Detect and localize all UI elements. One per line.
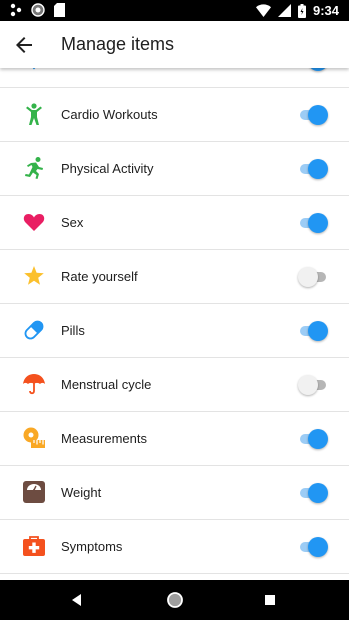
list-item-pills: Pills <box>0 304 349 358</box>
list-item-weight: Weight <box>0 466 349 520</box>
item-label: Cardio Workouts <box>61 107 158 122</box>
scale-icon <box>23 481 45 503</box>
item-label: Rate yourself <box>61 269 138 284</box>
signal-icon <box>277 4 291 17</box>
pill-icon <box>24 320 44 340</box>
item-label: Pills <box>61 323 85 338</box>
recents-square-icon[interactable] <box>264 594 276 606</box>
item-toggle[interactable] <box>300 321 328 341</box>
umbrella-icon <box>23 374 45 395</box>
status-bar: 9:34 <box>0 0 349 21</box>
heart-icon <box>23 214 45 231</box>
item-toggle[interactable] <box>298 375 326 395</box>
item-label: Symptoms <box>61 539 123 554</box>
item-toggle[interactable] <box>300 537 328 557</box>
battery-icon <box>297 3 306 18</box>
back-triangle-icon[interactable] <box>70 593 84 607</box>
items-list: Cardio Workouts Physical Activity Sex Ra… <box>0 68 349 580</box>
status-time: 9:34 <box>312 3 339 18</box>
nav-bar <box>0 580 349 620</box>
item-toggle[interactable] <box>300 429 328 449</box>
circle-icon <box>31 3 45 17</box>
item-toggle[interactable] <box>300 159 328 179</box>
partial-icon <box>32 68 36 70</box>
sd-card-icon <box>54 3 65 17</box>
list-item-symptoms: Symptoms <box>0 520 349 574</box>
item-label: Sex <box>61 215 84 230</box>
item-label: Menstrual cycle <box>61 377 152 392</box>
arrow-back-icon[interactable] <box>12 33 36 57</box>
tape-measure-icon <box>23 427 45 448</box>
list-item-sex: Sex <box>0 196 349 250</box>
stickman-icon <box>26 103 42 125</box>
first-aid-kit-icon <box>23 536 45 556</box>
wind-icon <box>10 3 22 17</box>
page-title: Manage items <box>61 34 175 54</box>
item-label: Physical Activity <box>61 161 154 176</box>
wifi-icon <box>255 4 271 17</box>
item-toggle[interactable] <box>300 213 328 233</box>
home-circle-icon[interactable] <box>166 591 184 609</box>
list-item-cardio-workouts: Cardio Workouts <box>0 88 349 142</box>
star-icon <box>24 266 44 285</box>
list-item-menstrual-cycle: Menstrual cycle <box>0 358 349 412</box>
item-toggle[interactable] <box>300 68 328 71</box>
runner-icon <box>25 157 43 179</box>
item-label: Weight <box>61 485 102 500</box>
item-toggle[interactable] <box>298 267 326 287</box>
list-item-measurements: Measurements <box>0 412 349 466</box>
item-label: Measurements <box>61 431 147 446</box>
item-toggle[interactable] <box>300 105 328 125</box>
list-item-physical-activity: Physical Activity <box>0 142 349 196</box>
list-item-rate-yourself: Rate yourself <box>0 250 349 304</box>
app-bar: Manage items <box>0 21 349 68</box>
item-toggle[interactable] <box>300 483 328 503</box>
list-item <box>0 68 349 88</box>
